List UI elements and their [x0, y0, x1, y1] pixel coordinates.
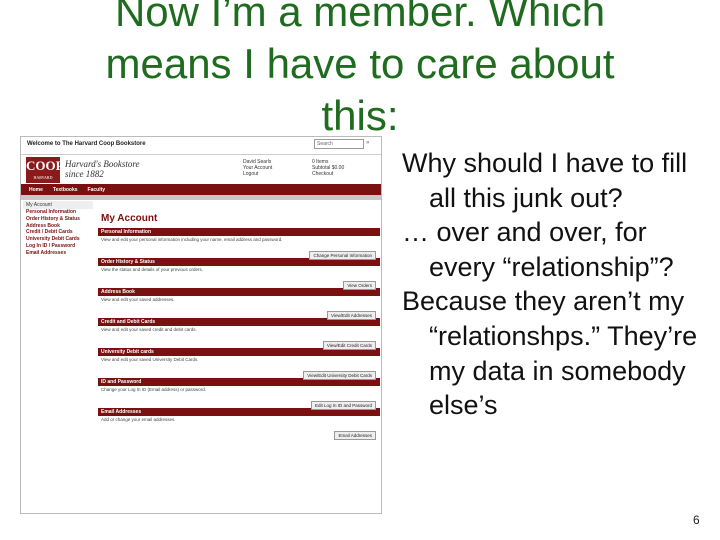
- checkout-link[interactable]: Checkout: [312, 171, 344, 177]
- bullet-item: Because they aren’t my “relationshps.” T…: [402, 286, 698, 421]
- section-description: Add or change your email addresses.: [101, 417, 176, 422]
- cart-summary: 0 Items Subtotal $0.00 Checkout: [312, 159, 344, 177]
- section-title: Address Book: [98, 288, 380, 296]
- bullet-item: Why should I have to fill all this junk …: [402, 148, 688, 213]
- slide-title: Now I’m a member. Which means I have to …: [0, 0, 720, 142]
- main-nav: Home Textbooks Faculty: [21, 184, 381, 195]
- section-description: View and edit your saved credit and debi…: [101, 327, 197, 332]
- sidebar-item-university-debit-cards[interactable]: University Debit Cards: [23, 236, 93, 243]
- sidebar-item-email-addresses[interactable]: Email Addresses: [23, 250, 93, 257]
- section-description: View and edit your saved University Debi…: [101, 357, 199, 362]
- account-sidebar: My Account Personal Information Order Hi…: [23, 201, 93, 257]
- account-main: My Account Personal Information View and…: [98, 213, 380, 440]
- search-input[interactable]: Search: [314, 139, 364, 149]
- site-top-bar: Welcome to The Harvard Coop Bookstore Se…: [21, 137, 381, 155]
- slide-title-line-1: Now I’m a member. Which: [114, 0, 606, 35]
- edit-login-password-button[interactable]: Edit Log In ID and Password: [310, 401, 376, 410]
- logo-text: COOP: [26, 158, 64, 173]
- store-name: Harvard's Bookstore since 1882: [65, 159, 140, 179]
- section-credit-cards: Credit and Debit Cards View and edit you…: [98, 318, 380, 350]
- sidebar-item-address-book[interactable]: Address Book: [23, 223, 93, 230]
- coop-logo[interactable]: COOP HARVARD: [26, 157, 64, 183]
- search-go-icon[interactable]: »: [366, 140, 369, 146]
- logout-link[interactable]: Logout: [243, 171, 272, 177]
- section-description: Change your Log In ID (Email address) or…: [101, 387, 207, 392]
- section-address-book: Address Book View and edit your saved ad…: [98, 288, 380, 320]
- slide-title-line-3: this:: [321, 92, 399, 139]
- nav-divider: [21, 195, 381, 200]
- email-addresses-button[interactable]: Email Addresses: [334, 431, 376, 440]
- edit-addresses-button[interactable]: View/Edit Addresses: [327, 311, 376, 320]
- edit-university-debit-cards-button[interactable]: View/Edit University Debit Cards: [303, 371, 376, 380]
- view-orders-button[interactable]: View Orders: [343, 281, 376, 290]
- bullet-item: … over and over, for every “relationship…: [402, 217, 674, 282]
- nav-textbooks[interactable]: Textbooks: [53, 187, 78, 193]
- section-title: Personal Information: [98, 228, 380, 236]
- change-personal-info-button[interactable]: Change Personal Information: [309, 251, 376, 260]
- section-id-password: ID and Password Change your Log In ID (E…: [98, 378, 380, 410]
- site-header: COOP HARVARD Harvard's Bookstore since 1…: [21, 155, 381, 184]
- page-number: 6: [693, 513, 700, 527]
- edit-credit-cards-button[interactable]: View/Edit Credit Cards: [322, 341, 376, 350]
- nav-faculty[interactable]: Faculty: [88, 187, 106, 193]
- nav-home[interactable]: Home: [29, 187, 43, 193]
- section-personal-information: Personal Information View and edit your …: [98, 228, 380, 260]
- account-links: David Searls Your Account Logout: [243, 159, 272, 177]
- section-description: View and edit your personal information …: [101, 237, 283, 242]
- section-email-addresses: Email Addresses Add or change your email…: [98, 408, 380, 440]
- store-name-line-1: Harvard's Bookstore: [65, 159, 140, 169]
- sidebar-item-login-password[interactable]: Log In ID / Password: [23, 243, 93, 250]
- section-order-history: Order History & Status View the status a…: [98, 258, 380, 290]
- welcome-text: Welcome to The Harvard Coop Bookstore: [27, 141, 146, 147]
- section-description: View the status and details of your prev…: [101, 267, 203, 272]
- section-description: View and edit your saved addresses.: [101, 297, 175, 302]
- bookstore-screenshot: Welcome to The Harvard Coop Bookstore Se…: [20, 136, 382, 514]
- sidebar-header: My Account: [23, 201, 93, 209]
- sidebar-item-personal-information[interactable]: Personal Information: [23, 209, 93, 216]
- sidebar-item-order-history[interactable]: Order History & Status: [23, 216, 93, 223]
- sidebar-item-credit-cards[interactable]: Credit / Debit Cards: [23, 229, 93, 236]
- logo-subtext: HARVARD: [33, 175, 53, 180]
- store-name-line-2: since 1882: [65, 169, 104, 179]
- bullet-list: Why should I have to fill all this junk …: [402, 146, 702, 423]
- main-title: My Account: [101, 213, 158, 224]
- section-university-debit-cards: University Debit cards View and edit you…: [98, 348, 380, 380]
- slide-title-line-2: means I have to care about: [105, 40, 615, 87]
